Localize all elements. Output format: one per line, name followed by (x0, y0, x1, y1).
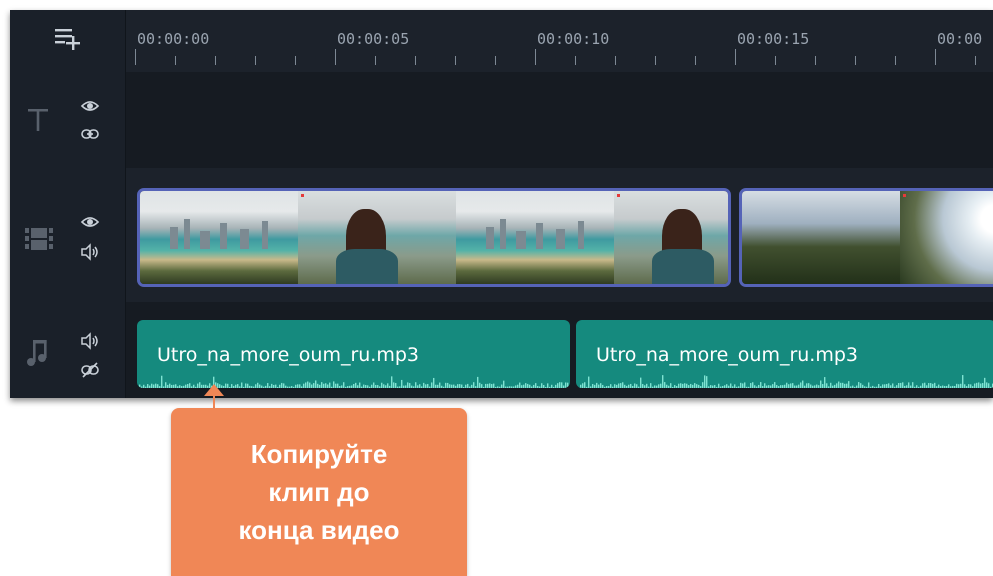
ruler-tick (695, 56, 696, 65)
video-frame-thumbnail (298, 191, 456, 284)
ruler-tick (135, 49, 136, 65)
eye-icon[interactable] (80, 212, 100, 232)
video-track-controls (10, 170, 125, 300)
audio-clip[interactable]: Utro_na_more_oum_ru.mp3 (137, 320, 570, 388)
ruler-tick (655, 56, 656, 65)
audio-track-lane[interactable]: Utro_na_more_oum_ru.mp3 Utro_na_more_oum… (126, 302, 993, 398)
text-icon (22, 103, 56, 137)
waveform (139, 375, 569, 388)
callout-pointer-arrow (204, 384, 224, 396)
video-frame-thumbnail (900, 191, 993, 284)
ruler-tick (935, 49, 936, 65)
audio-clip[interactable]: Utro_na_more_oum_ru.mp3 (576, 320, 993, 388)
ruler-tick (495, 56, 496, 65)
audio-track-controls (10, 302, 125, 398)
audio-clip-name: Utro_na_more_oum_ru.mp3 (157, 344, 420, 366)
ruler-tick (815, 56, 816, 65)
callout-tooltip: Копируйте клип до конца видео (171, 408, 467, 576)
speaker-icon[interactable] (80, 331, 100, 351)
ruler-tick (775, 56, 776, 65)
ruler-tick (295, 56, 296, 65)
video-frame-thumbnail (614, 191, 728, 284)
ruler-label: 00:00:05 (337, 30, 410, 48)
video-track-lane[interactable] (126, 170, 993, 300)
video-clip-palms[interactable] (739, 188, 993, 287)
ruler-tick (535, 49, 536, 65)
callout-text: Копируйте клип до конца видео (238, 439, 400, 545)
video-clip-beach[interactable] (137, 188, 731, 287)
ruler-tick (895, 56, 896, 65)
ruler-tick (455, 56, 456, 65)
time-ruler[interactable]: 00:00:00 00:00:05 00:00:10 00:00:15 00:0… (126, 10, 993, 70)
waveform (578, 375, 993, 388)
ruler-tick (415, 56, 416, 65)
audio-clip-name: Utro_na_more_oum_ru.mp3 (596, 344, 859, 366)
text-track-lane[interactable] (126, 72, 993, 168)
ruler-tick (215, 56, 216, 65)
text-track-controls (10, 72, 125, 168)
ruler-tick (615, 56, 616, 65)
film-icon (22, 222, 56, 256)
ruler-tick (975, 56, 976, 65)
ruler-tick (335, 49, 336, 65)
ruler-tick (175, 56, 176, 65)
unlink-icon[interactable] (80, 360, 100, 380)
ruler-label: 00:00 (937, 30, 983, 48)
ruler-tick (855, 56, 856, 65)
ruler-tick (575, 56, 576, 65)
video-frame-thumbnail (742, 191, 900, 284)
music-note-icon (22, 336, 56, 370)
add-track-icon[interactable] (53, 24, 81, 52)
ruler-label: 00:00:10 (537, 30, 610, 48)
speaker-icon[interactable] (80, 242, 100, 262)
video-frame-thumbnail (140, 191, 298, 284)
ruler-tick (375, 56, 376, 65)
eye-icon[interactable] (80, 96, 100, 116)
timeline-panel: 00:00:00 00:00:05 00:00:10 00:00:15 00:0… (10, 10, 993, 398)
link-icon[interactable] (80, 124, 100, 144)
video-frame-thumbnail (456, 191, 614, 284)
ruler-tick (735, 49, 736, 65)
ruler-label: 00:00:00 (137, 30, 210, 48)
ruler-label: 00:00:15 (737, 30, 810, 48)
ruler-tick (255, 56, 256, 65)
